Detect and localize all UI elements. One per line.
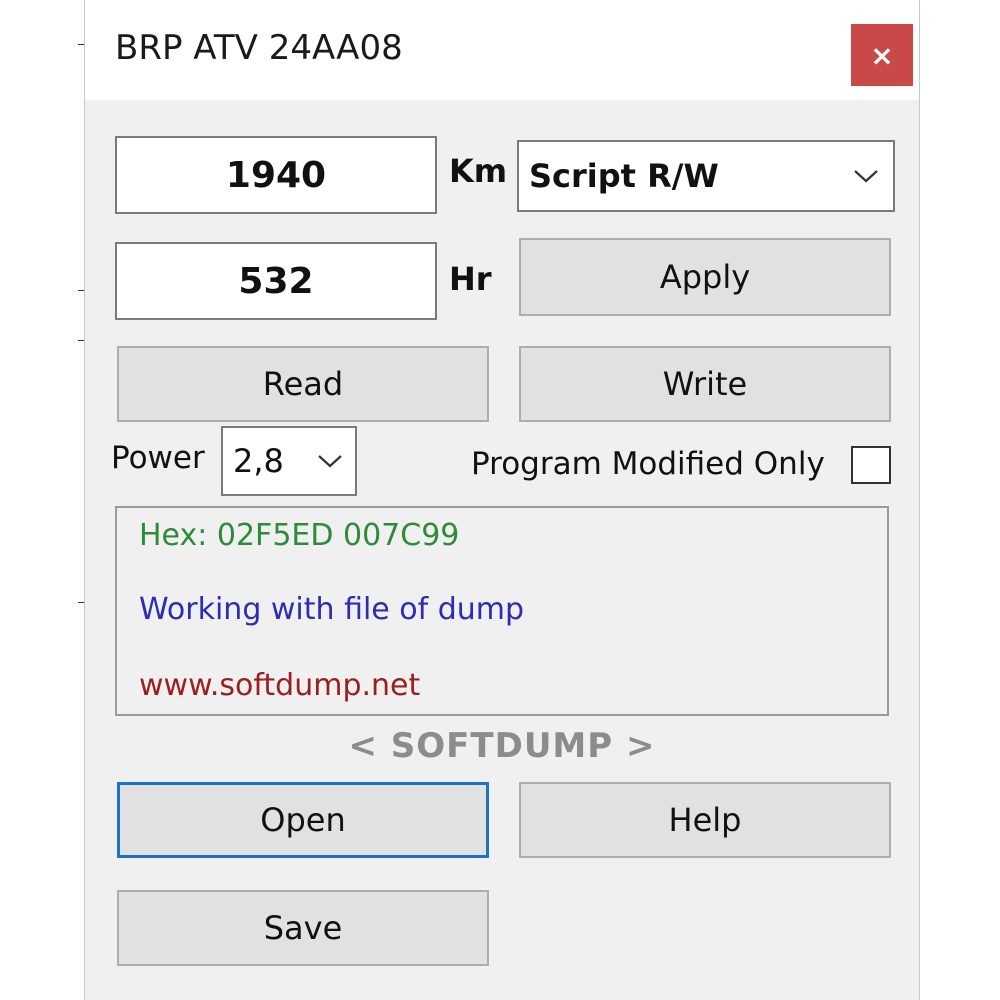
help-button[interactable]: Help	[519, 782, 891, 858]
power-select-value: 2,8	[233, 442, 284, 480]
app-window: BRP ATV 24AA08 × 1940 Km Script R/W 532 …	[84, 0, 920, 1000]
mode-select[interactable]: Script R/W	[517, 140, 895, 212]
apply-button[interactable]: Apply	[519, 238, 891, 316]
read-button[interactable]: Read	[117, 346, 489, 422]
log-line-status: Working with file of dump	[139, 592, 525, 627]
hr-unit-label: Hr	[449, 260, 492, 298]
title-bar: BRP ATV 24AA08 ×	[85, 0, 919, 100]
km-unit-label: Km	[449, 152, 508, 190]
chevron-down-icon	[318, 455, 342, 468]
log-line-website: www.softdump.net	[139, 668, 421, 703]
power-label: Power	[111, 440, 205, 476]
power-select[interactable]: 2,8	[221, 426, 357, 496]
program-modified-only-checkbox[interactable]	[851, 446, 891, 484]
chevron-down-icon	[854, 170, 878, 183]
log-line-hex: Hex: 02F5ED 007C99	[139, 518, 460, 553]
program-modified-only-label: Program Modified Only	[471, 446, 825, 482]
window-title: BRP ATV 24AA08	[115, 28, 403, 68]
mode-select-value: Script R/W	[529, 157, 719, 195]
hr-input[interactable]: 532	[115, 242, 437, 320]
open-button[interactable]: Open	[117, 782, 489, 858]
km-input[interactable]: 1940	[115, 136, 437, 214]
write-button[interactable]: Write	[519, 346, 891, 422]
log-panel: Hex: 02F5ED 007C99 Working with file of …	[115, 506, 889, 716]
close-button[interactable]: ×	[851, 24, 913, 86]
save-button[interactable]: Save	[117, 890, 489, 966]
brand-label: < SOFTDUMP >	[348, 726, 656, 766]
close-icon: ×	[870, 38, 894, 72]
